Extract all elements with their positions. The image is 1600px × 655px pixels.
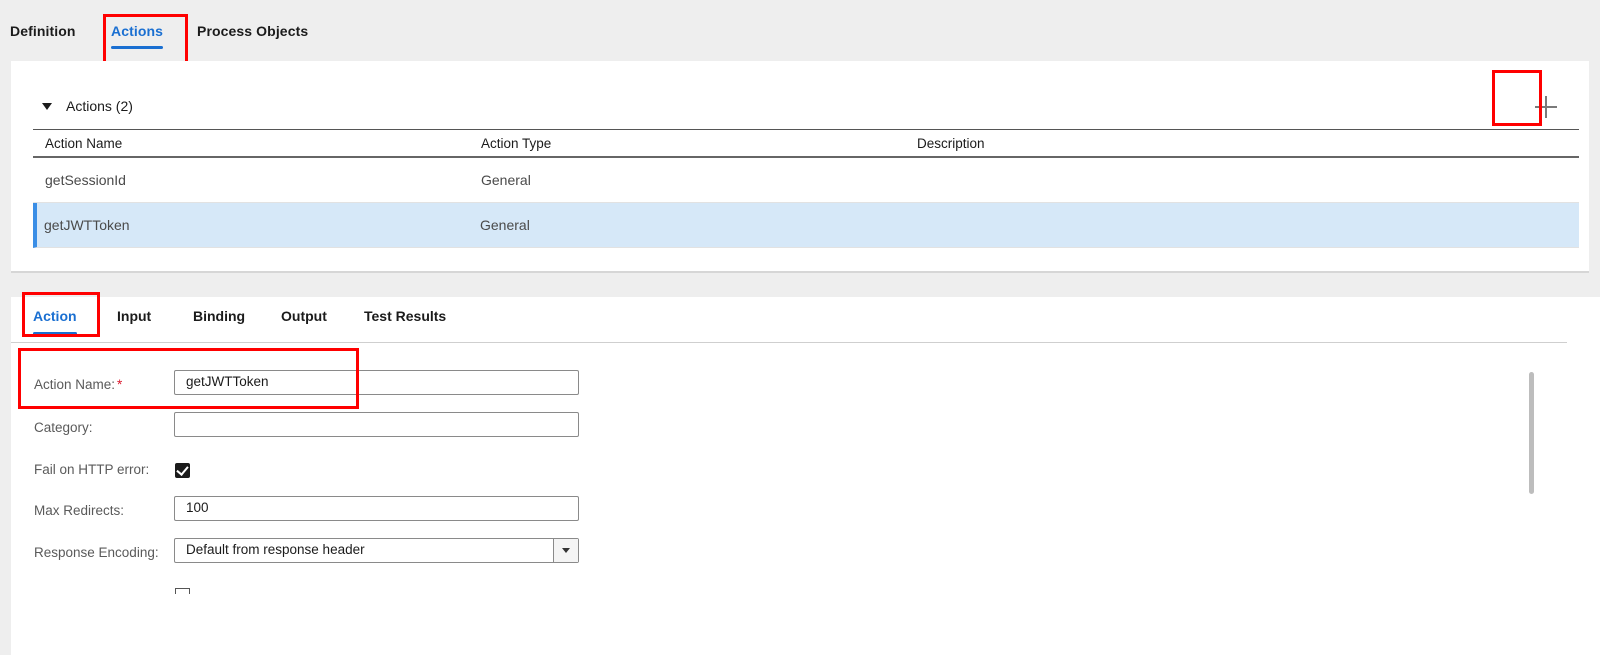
- response-encoding-select[interactable]: Default from response header: [174, 538, 579, 563]
- tab-input[interactable]: Input: [117, 308, 151, 324]
- actions-section-toggle[interactable]: Actions (2): [41, 98, 133, 114]
- partial-checkbox[interactable]: [175, 588, 190, 594]
- table-row[interactable]: getSessionId General: [33, 158, 1579, 203]
- max-redirects-input[interactable]: 100: [174, 496, 579, 521]
- required-mark: *: [117, 377, 123, 392]
- action-name-label-text: Action Name:: [34, 377, 116, 392]
- table-row-selected[interactable]: getJWTToken General: [33, 203, 1579, 248]
- response-encoding-value: Default from response header: [186, 542, 365, 557]
- partial-field-row: [11, 588, 711, 594]
- action-name-label: Action Name: *: [34, 377, 122, 392]
- actions-table: Action Name Action Type Description getS…: [33, 129, 1579, 248]
- row-action-type: General: [481, 172, 531, 188]
- tab-definition[interactable]: Definition: [10, 23, 76, 39]
- detail-tab-bar: Action Input Binding Output Test Results: [11, 297, 1567, 343]
- row-action-type: General: [480, 217, 530, 233]
- row-action-name: getSessionId: [45, 172, 126, 188]
- tab-process-objects[interactable]: Process Objects: [197, 23, 308, 39]
- action-name-input[interactable]: getJWTToken: [174, 370, 579, 395]
- column-header-action-name[interactable]: Action Name: [45, 136, 122, 151]
- row-action-name: getJWTToken: [44, 217, 130, 233]
- column-header-description[interactable]: Description: [917, 136, 985, 151]
- column-header-action-type[interactable]: Action Type: [481, 136, 551, 151]
- action-detail-panel: Action Input Binding Output Test Results…: [11, 297, 1600, 655]
- fail-on-http-error-label: Fail on HTTP error:: [34, 462, 150, 477]
- category-label: Category:: [34, 420, 93, 435]
- actions-section-title: Actions (2): [66, 98, 133, 114]
- response-encoding-label: Response Encoding:: [34, 545, 159, 560]
- form-scrollbar[interactable]: [1529, 372, 1534, 494]
- tab-actions[interactable]: Actions: [111, 23, 164, 49]
- max-redirects-label: Max Redirects:: [34, 503, 125, 518]
- plus-icon[interactable]: [1533, 94, 1559, 120]
- top-tab-bar: Definition Actions Process Objects: [0, 0, 1600, 62]
- table-header: Action Name Action Type Description: [33, 129, 1579, 158]
- category-input[interactable]: [174, 412, 579, 437]
- actions-panel: Actions (2) Action Name Action Type Desc…: [11, 61, 1589, 273]
- tab-test-results[interactable]: Test Results: [364, 308, 446, 324]
- chevron-down-icon[interactable]: [553, 539, 578, 562]
- caret-down-icon: [42, 102, 52, 110]
- tab-output[interactable]: Output: [281, 308, 327, 324]
- fail-on-http-error-checkbox[interactable]: [175, 463, 190, 478]
- tab-binding[interactable]: Binding: [193, 308, 245, 324]
- tab-action[interactable]: Action: [33, 308, 77, 335]
